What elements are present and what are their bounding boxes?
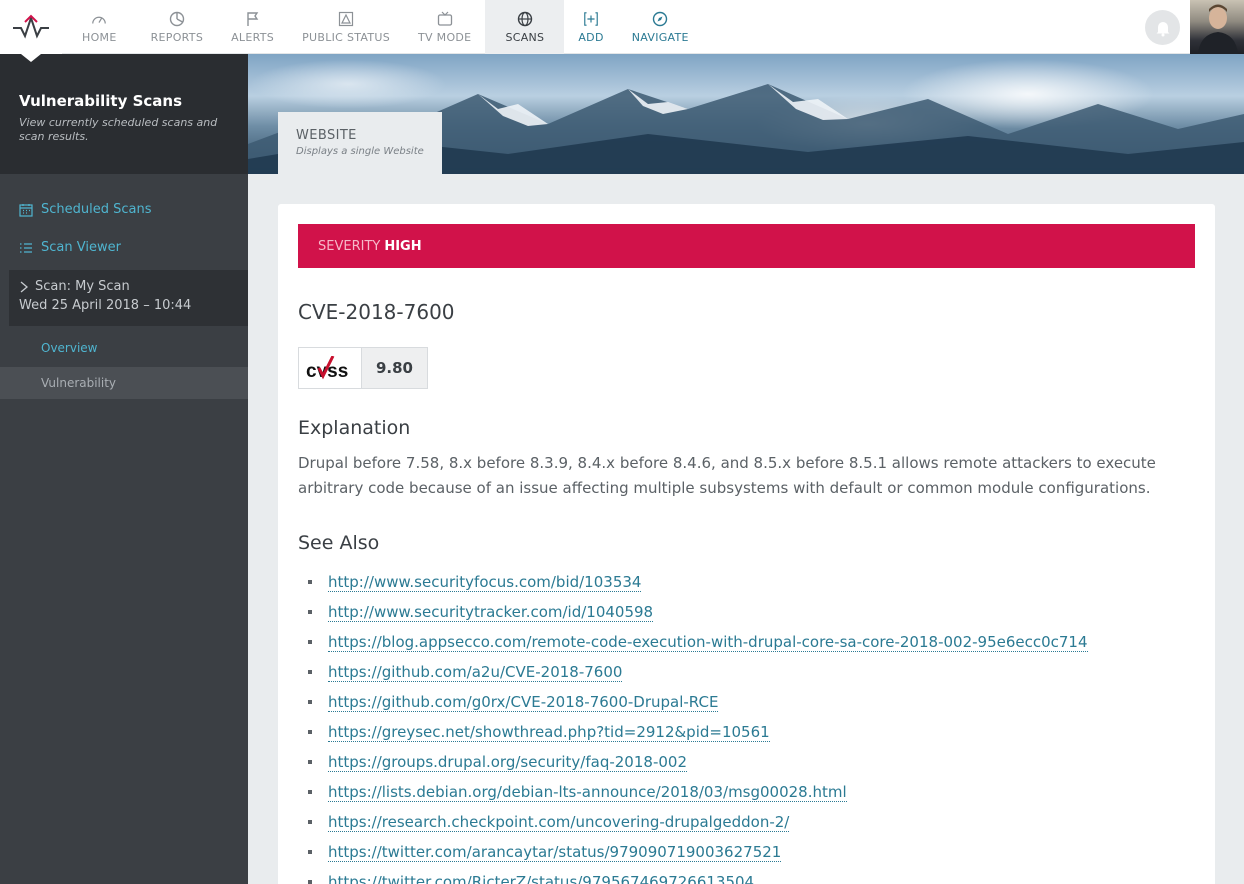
- warning-icon: [338, 11, 354, 27]
- nav-label: ALERTS: [231, 30, 275, 44]
- add-box-icon: [583, 11, 599, 27]
- list-item: https://blog.appsecco.com/remote-code-ex…: [308, 627, 1088, 657]
- nav-label: REPORTS: [150, 30, 204, 44]
- sidebar-subtitle: View currently scheduled scans and scan …: [19, 116, 218, 143]
- reference-link[interactable]: https://github.com/a2u/CVE-2018-7600: [328, 663, 623, 682]
- top-navigation-bar: HOME REPORTS ALERTS PUBLIC STATUS TV MOD…: [0, 0, 1244, 54]
- tv-icon: [437, 11, 453, 27]
- nav-home[interactable]: HOME: [62, 0, 137, 54]
- cvss-logo: cvss: [299, 348, 362, 388]
- vulnerability-detail-card: SEVERITY HIGH CVE-2018-7600 cvss 9.80 Ex…: [278, 204, 1215, 884]
- list-icon: [20, 242, 32, 253]
- logo-pulse-icon: [13, 14, 49, 39]
- nav-scans[interactable]: SCANS: [485, 0, 565, 54]
- reference-link[interactable]: http://www.securitytracker.com/id/104059…: [328, 603, 654, 622]
- nav-label: TV MODE: [418, 30, 472, 44]
- app-logo[interactable]: [0, 0, 62, 54]
- nav-add[interactable]: ADD: [564, 0, 617, 54]
- sidebar-subitem-vulnerability[interactable]: Vulnerability: [0, 367, 248, 399]
- severity-label: SEVERITY: [318, 238, 381, 254]
- compass-icon: [652, 11, 668, 27]
- see-also-list: http://www.securityfocus.com/bid/103534 …: [308, 567, 1088, 884]
- list-item: https://research.checkpoint.com/uncoveri…: [308, 807, 1088, 837]
- flag-icon: [245, 11, 261, 27]
- nav-reports[interactable]: REPORTS: [137, 0, 218, 54]
- explanation-text: Drupal before 7.58, 8.x before 8.3.9, 8.…: [298, 454, 1156, 497]
- severity-banner: SEVERITY HIGH: [298, 224, 1195, 268]
- nav-label: NAVIGATE: [631, 30, 689, 44]
- dashboard-icon: [91, 11, 107, 27]
- nav-label: HOME: [82, 30, 117, 44]
- nav-tv-mode[interactable]: TV MODE: [404, 0, 485, 54]
- main-nav: HOME REPORTS ALERTS PUBLIC STATUS TV MOD…: [62, 0, 703, 54]
- list-item: https://twitter.com/RicterZ/status/97956…: [308, 867, 1088, 884]
- sidebar-item-label: Scheduled Scans: [41, 202, 152, 217]
- list-item: https://github.com/a2u/CVE-2018-7600: [308, 657, 1088, 687]
- nav-label: ADD: [578, 30, 604, 44]
- see-also-heading: See Also: [298, 532, 380, 554]
- reference-link[interactable]: https://blog.appsecco.com/remote-code-ex…: [328, 633, 1088, 652]
- website-tab[interactable]: WEBSITE Displays a single Website: [278, 112, 442, 174]
- scan-date: Wed 25 April 2018 – 10:44: [19, 298, 192, 313]
- reference-link[interactable]: https://lists.debian.org/debian-lts-anno…: [328, 783, 847, 802]
- tab-subtitle: Displays a single Website: [296, 146, 424, 157]
- list-item: https://twitter.com/arancaytar/status/97…: [308, 837, 1088, 867]
- bell-icon: [1156, 21, 1169, 36]
- cve-id: CVE-2018-7600: [298, 300, 455, 324]
- avatar-person-image: [1198, 4, 1238, 54]
- sidebar: Vulnerability Scans View currently sched…: [0, 54, 248, 884]
- reference-link[interactable]: https://research.checkpoint.com/uncoveri…: [328, 813, 790, 832]
- logo-caret: [21, 54, 41, 62]
- sidebar-subitem-label: Overview: [41, 341, 98, 355]
- list-item: https://greysec.net/showthread.php?tid=2…: [308, 717, 1088, 747]
- sidebar-item-label: Scan Viewer: [41, 240, 121, 255]
- tab-title: WEBSITE: [296, 128, 357, 143]
- globe-icon: [517, 11, 533, 27]
- sidebar-header: Vulnerability Scans View currently sched…: [0, 54, 248, 174]
- nav-alerts[interactable]: ALERTS: [217, 0, 288, 54]
- user-avatar[interactable]: [1190, 0, 1244, 54]
- explanation-heading: Explanation: [298, 417, 411, 439]
- scan-name-row: Scan: My Scan: [19, 279, 248, 294]
- list-item: https://lists.debian.org/debian-lts-anno…: [308, 777, 1088, 807]
- pie-chart-icon: [169, 11, 185, 27]
- list-item: https://groups.drupal.org/security/faq-2…: [308, 747, 1088, 777]
- sidebar-subitem-overview[interactable]: Overview: [0, 332, 248, 364]
- reference-link[interactable]: https://github.com/g0rx/CVE-2018-7600-Dr…: [328, 693, 719, 712]
- calendar-icon: [19, 203, 33, 217]
- scan-selector[interactable]: Scan: My Scan Wed 25 April 2018 – 10:44: [9, 270, 248, 326]
- nav-navigate[interactable]: NAVIGATE: [618, 0, 703, 54]
- cvss-score: 9.80: [362, 348, 427, 388]
- sidebar-subitem-label: Vulnerability: [41, 376, 117, 390]
- nav-public-status[interactable]: PUBLIC STATUS: [288, 0, 404, 54]
- reference-link[interactable]: https://groups.drupal.org/security/faq-2…: [328, 753, 687, 772]
- sidebar-item-scheduled-scans[interactable]: Scheduled Scans: [19, 202, 152, 217]
- notifications-button[interactable]: [1145, 10, 1180, 45]
- cvss-logo-image: cvss: [306, 356, 348, 380]
- sidebar-item-scan-viewer[interactable]: Scan Viewer: [19, 240, 121, 255]
- reference-link[interactable]: https://twitter.com/RicterZ/status/97956…: [328, 873, 754, 884]
- list-item: https://github.com/g0rx/CVE-2018-7600-Dr…: [308, 687, 1088, 717]
- reference-link[interactable]: http://www.securityfocus.com/bid/103534: [328, 573, 642, 592]
- reference-link[interactable]: https://twitter.com/arancaytar/status/97…: [328, 843, 782, 862]
- reference-link[interactable]: https://greysec.net/showthread.php?tid=2…: [328, 723, 770, 742]
- nav-label: PUBLIC STATUS: [302, 30, 391, 44]
- severity-value: HIGH: [384, 238, 422, 254]
- list-item: http://www.securityfocus.com/bid/103534: [308, 567, 1088, 597]
- scan-name: Scan: My Scan: [35, 279, 130, 294]
- cvss-badge: cvss 9.80: [298, 347, 428, 389]
- nav-label: SCANS: [505, 30, 545, 44]
- list-item: http://www.securitytracker.com/id/104059…: [308, 597, 1088, 627]
- chevron-right-icon: [20, 281, 29, 292]
- sidebar-title: Vulnerability Scans: [19, 92, 183, 110]
